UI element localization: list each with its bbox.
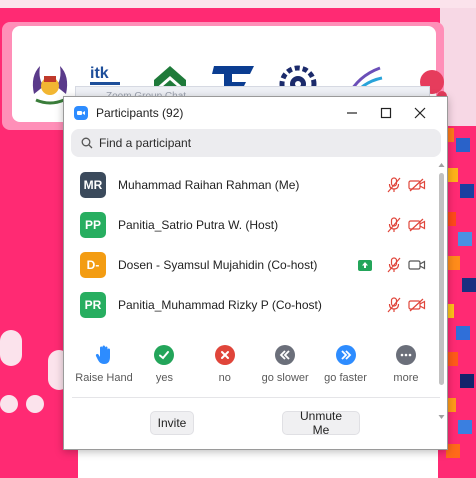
participant-name: Panitia_Satrio Putra W. (Host) — [118, 218, 279, 232]
mic-muted-icon[interactable] — [385, 296, 403, 314]
footer-divider — [72, 397, 440, 398]
mic-muted-icon[interactable] — [385, 216, 403, 234]
mic-muted-icon[interactable] — [385, 256, 403, 274]
unmute-me-button[interactable]: Unmute Me — [282, 409, 360, 437]
participant-row[interactable]: PP Panitia_Satrio Putra W. (Host) — [64, 205, 436, 245]
avatar: D- — [80, 252, 106, 278]
scroll-down-arrow-icon[interactable] — [437, 413, 446, 421]
video-off-icon[interactable] — [408, 176, 426, 194]
background-dot — [0, 395, 18, 413]
participant-row[interactable]: MR Muhammad Raihan Rahman (Me) — [64, 165, 436, 205]
maximize-button[interactable] — [369, 99, 403, 127]
svg-text:itk: itk — [90, 65, 109, 82]
avatar: MR — [80, 172, 106, 198]
close-button[interactable] — [403, 99, 437, 127]
more-button[interactable]: more — [376, 345, 436, 393]
participant-name: Dosen - Syamsul Mujahidin (Co-host) — [118, 258, 318, 272]
avatar: PR — [80, 292, 106, 318]
go-faster-button[interactable]: go faster — [316, 345, 376, 393]
video-on-icon[interactable] — [408, 256, 426, 274]
zoom-app-icon — [74, 106, 88, 120]
yes-button[interactable]: yes — [134, 345, 194, 393]
yes-label: yes — [155, 372, 173, 384]
mic-muted-icon[interactable] — [385, 176, 403, 194]
raise-hand-label: Raise Hand — [75, 372, 133, 384]
video-off-icon[interactable] — [408, 296, 426, 314]
presentation-top-stripe — [0, 0, 476, 8]
maximize-icon — [380, 107, 392, 119]
go-slower-button[interactable]: go slower — [255, 345, 315, 393]
no-label: no — [218, 372, 231, 384]
participant-row[interactable]: PR Panitia_Muhammad Rizky P (Co-host) — [64, 285, 436, 325]
window-titlebar: Participants (92) — [64, 97, 447, 129]
window-title: Participants (92) — [96, 106, 184, 120]
no-x-icon — [214, 345, 235, 365]
yes-check-icon — [154, 345, 175, 365]
invite-button[interactable]: Invite — [150, 411, 194, 435]
screen-share-icon — [358, 259, 372, 271]
nonverbal-feedback-bar: Raise Hand yes no go slower go faster mo… — [70, 345, 440, 393]
presentation-bottom-panel — [78, 446, 438, 478]
search-icon — [81, 137, 93, 149]
go-faster-icon — [335, 345, 356, 365]
go-slower-label: go slower — [261, 372, 309, 384]
video-off-icon[interactable] — [408, 216, 426, 234]
participant-name: Panitia_Muhammad Rizky P (Co-host) — [118, 298, 322, 312]
participant-row[interactable]: D- Dosen - Syamsul Mujahidin (Co-host) — [64, 245, 436, 285]
raise-hand-icon — [94, 345, 114, 365]
more-label: more — [393, 372, 419, 384]
raise-hand-button[interactable]: Raise Hand — [74, 345, 134, 393]
minimize-icon — [347, 112, 357, 114]
go-faster-label: go faster — [324, 372, 367, 384]
background-dot — [0, 330, 22, 366]
go-slower-icon — [275, 345, 296, 365]
participants-window: Participants (92) MR Muhammad Raihan Rah… — [63, 96, 448, 450]
participant-search-box[interactable] — [71, 129, 441, 157]
more-icon — [395, 345, 416, 365]
scroll-up-arrow-icon[interactable] — [437, 161, 446, 169]
participant-name: Muhammad Raihan Rahman (Me) — [118, 178, 300, 192]
participant-search-input[interactable] — [99, 136, 431, 150]
background-dot — [26, 395, 44, 413]
no-button[interactable]: no — [195, 345, 255, 393]
close-icon — [414, 107, 426, 119]
avatar: PP — [80, 212, 106, 238]
minimize-button[interactable] — [335, 99, 369, 127]
